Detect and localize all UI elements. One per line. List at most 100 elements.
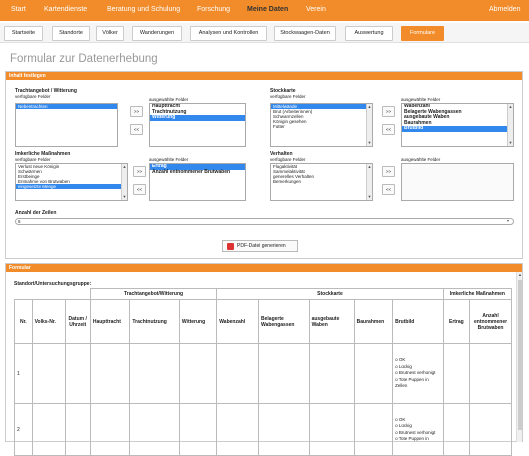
table-cell (89, 403, 131, 456)
list-item[interactable]: Futter (271, 124, 372, 129)
form-table: Trachtangebot/Witterung Stockkarte Imker… (14, 288, 513, 456)
table-cell (31, 403, 66, 456)
content-panel-header: Inhalt festlegen (6, 72, 522, 80)
selected-label: ausgewählte Felder (401, 157, 441, 162)
list-item[interactable]: Anzahl entnommener Brutwaben (150, 169, 245, 176)
table-cell (178, 343, 218, 404)
column-header: Witterung (178, 299, 218, 344)
brutbild-option: o Tote Puppen in Zellen (395, 376, 429, 389)
sub-navigation: Startseite Standorte Völker Wanderungen … (0, 23, 529, 43)
available-fields-list[interactable]: Mittelwände Brut (Arbeiterinnen) Schwarmze… (270, 103, 373, 147)
form-panel-header: Formular (6, 264, 522, 272)
tab-wanderungen[interactable]: Wanderungen (132, 26, 182, 41)
group-trachtangebot: Trachtangebot / Witterung verfügbare Fel… (15, 88, 77, 99)
list-item[interactable]: Witterung (150, 115, 245, 121)
scroll-down-icon[interactable]: ▼ (367, 194, 372, 200)
scroll-down-icon[interactable]: ▼ (508, 140, 513, 146)
scroll-up-icon[interactable]: ▲ (508, 104, 513, 110)
table-cell (129, 343, 180, 404)
column-header: Volks-Nr. (31, 299, 66, 344)
available-fields-list[interactable]: Flugaktivität Sammelaktivität generelles V… (270, 163, 373, 201)
table-cell (469, 403, 512, 456)
nav-kartendienste[interactable]: Kartendienste (44, 6, 87, 13)
nav-meine-daten[interactable]: Meine Daten (247, 6, 288, 13)
list-item[interactable]: eingesetzte Menge (16, 184, 127, 189)
add-field-button[interactable]: >> (382, 106, 395, 117)
available-label: verfügbare Felder (15, 94, 51, 99)
generate-pdf-label: PDF-Datei generieren (237, 243, 286, 249)
add-field-button[interactable]: >> (130, 106, 143, 117)
table-cell (129, 403, 180, 456)
table-cell (89, 343, 131, 404)
selected-fields-list[interactable]: Wabenzahl Belagerte Wabengassen ausgebaute… (401, 103, 514, 147)
brutbild-option: o Brutnest verhonigt (395, 370, 436, 376)
list-item[interactable]: Brutbild (402, 126, 513, 132)
form-scrollbar[interactable]: ▲ (516, 272, 522, 442)
selected-fields-list[interactable]: Ertrag Anzahl entnommener Brutwaben (149, 163, 246, 201)
column-header-row: Nr. Volks-Nr. Datum / Uhrzeit Haupttracht Tr… (14, 299, 512, 344)
remove-field-button[interactable]: << (382, 184, 395, 195)
nav-verein[interactable]: Verein (306, 6, 326, 13)
table-cell (442, 403, 471, 456)
remove-field-button[interactable]: << (130, 124, 143, 135)
table-cell (258, 343, 310, 404)
scroll-up-icon[interactable]: ▲ (367, 104, 372, 110)
brutbild-options: o OK o Lückig o Brutnest verhonigt o Tote P… (392, 403, 444, 456)
scroll-up-icon[interactable]: ▲ (367, 164, 372, 170)
table-row: 1 o OK o Lückig o Brutnest verhonigt o Tote … (14, 343, 512, 404)
available-fields-list[interactable]: Nebentrachten (15, 103, 118, 147)
available-label: verfügbare Felder (270, 94, 306, 99)
column-header: Trachtnutzung (129, 299, 180, 344)
col-group-imkerliche: Imkerliche Maßnahmen (442, 288, 513, 300)
table-cell (258, 403, 310, 456)
remove-field-button[interactable]: << (382, 124, 395, 135)
table-cell (308, 343, 355, 404)
tab-voelker[interactable]: Völker (96, 26, 124, 41)
chevron-down-icon[interactable]: ▾ (507, 218, 509, 223)
tab-startseite[interactable]: Startseite (4, 26, 43, 41)
group-imkerliche-massnahmen: Imkerliche Maßnahmen verfügbare Felder (15, 151, 70, 162)
column-header: Wabenzahl (216, 299, 260, 344)
add-field-button[interactable]: >> (382, 166, 395, 177)
table-cell (178, 403, 218, 456)
column-header: Belagerte Wabengassen (258, 299, 310, 344)
scroll-down-icon[interactable]: ▼ (367, 140, 372, 146)
generate-pdf-button[interactable]: PDF-Datei generieren (222, 240, 298, 252)
nav-start[interactable]: Start (11, 6, 26, 13)
tab-stockwaagen[interactable]: Stockwaagen-Daten (274, 26, 336, 41)
tab-standorte[interactable]: Standorte (52, 26, 90, 41)
list-item[interactable]: Nebentrachten (16, 104, 117, 109)
table-row: 2 o OK o Lückig o Brutnest verhonigt o Tote … (14, 403, 512, 456)
list-scrollbar[interactable]: ▲ ▼ (507, 104, 513, 146)
column-header: ausgebaute Waben (308, 299, 355, 344)
rows-input[interactable]: 5 (15, 218, 514, 225)
column-header: Datum / Uhrzeit (64, 299, 91, 344)
nav-forschung[interactable]: Forschung (197, 6, 230, 13)
top-navigation: Start Kartendienste Beratung und Schulun… (0, 0, 529, 21)
selected-fields-list[interactable] (401, 163, 514, 201)
table-cell (216, 403, 260, 456)
logout-link[interactable]: Abmelden (489, 6, 521, 13)
scroll-thumb[interactable] (518, 280, 522, 430)
column-header: Ertrag (442, 299, 471, 344)
tab-analysen[interactable]: Analysen und Kontrollen (190, 26, 267, 41)
scroll-up-icon[interactable]: ▲ (122, 164, 127, 170)
list-scrollbar[interactable]: ▲ ▼ (121, 164, 127, 200)
add-field-button[interactable]: >> (133, 166, 146, 177)
column-header: Nr. (14, 299, 33, 344)
group-label: Standort/Untersuchungsgruppe: (14, 281, 92, 287)
available-label: verfügbare Felder (270, 157, 306, 162)
row-number: 2 (14, 403, 33, 456)
remove-field-button[interactable]: << (133, 184, 146, 195)
scroll-down-icon[interactable]: ▼ (122, 194, 127, 200)
list-scrollbar[interactable]: ▲ ▼ (366, 164, 372, 200)
scroll-up-icon[interactable]: ▲ (517, 272, 523, 278)
nav-beratung[interactable]: Beratung und Schulung (107, 6, 180, 13)
list-scrollbar[interactable]: ▲ ▼ (366, 104, 372, 146)
list-item[interactable]: Bemerkungen (271, 179, 372, 184)
available-fields-list[interactable]: Verlust neue Königin Schwärmen Erstbeinge E… (15, 163, 128, 201)
col-group-trachtangebot: Trachtangebot/Witterung (89, 288, 218, 300)
tab-auswertung[interactable]: Auswertung (345, 26, 393, 41)
selected-fields-list[interactable]: Haupttracht Trachtnutzung Witterung (149, 103, 246, 147)
tab-formulare[interactable]: Formulare (401, 26, 444, 41)
